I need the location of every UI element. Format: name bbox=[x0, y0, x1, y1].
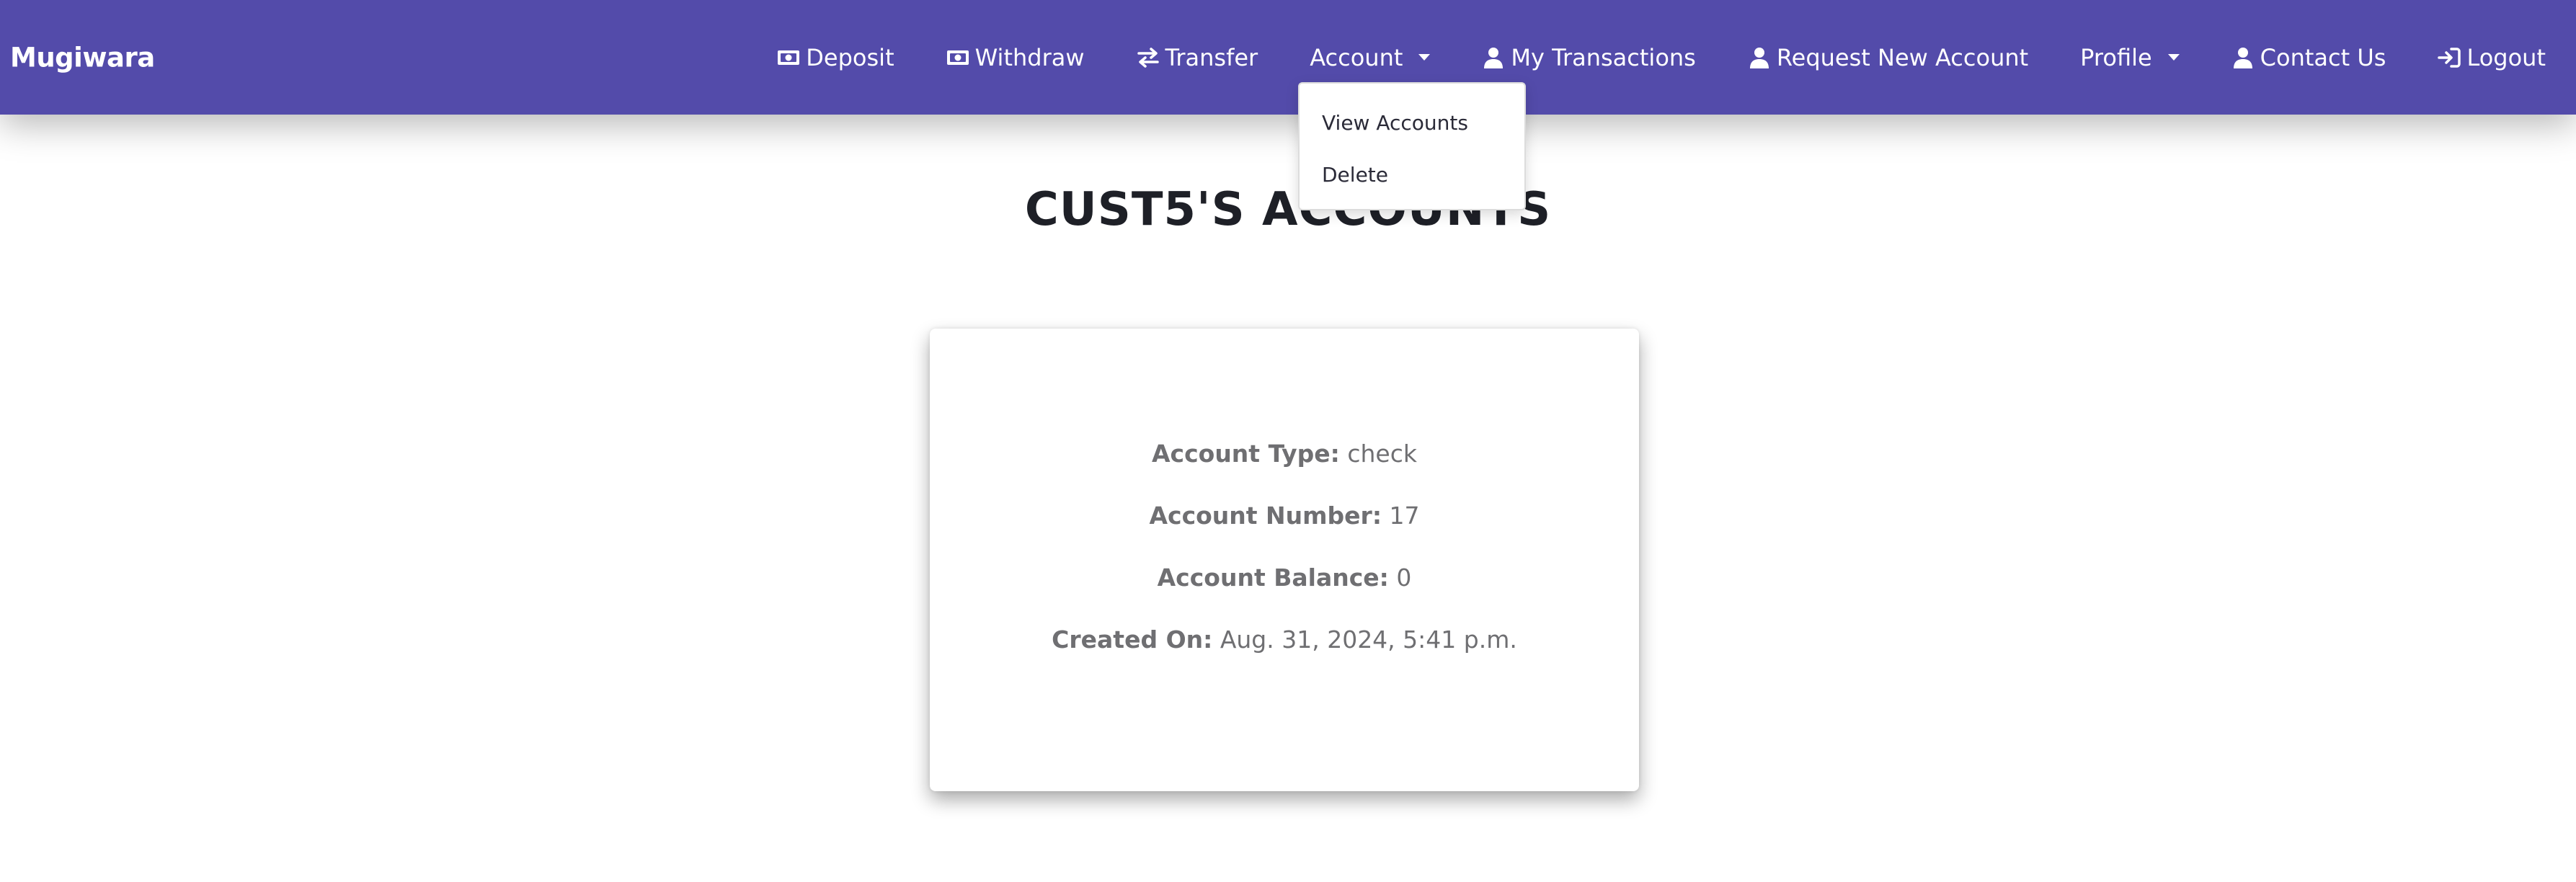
created-on-value: Aug. 31, 2024, 5:41 p.m. bbox=[1220, 625, 1517, 654]
account-card: Account Type: check Account Number: 17 A… bbox=[930, 329, 1639, 791]
nav-account-dropdown-toggle[interactable]: Account bbox=[1310, 43, 1431, 71]
created-on-row: Created On: Aug. 31, 2024, 5:41 p.m. bbox=[930, 625, 1639, 654]
nav-request-new-account[interactable]: Request New Account bbox=[1748, 44, 2028, 71]
user-icon bbox=[2231, 46, 2255, 69]
account-number-row: Account Number: 17 bbox=[930, 502, 1639, 530]
nav-my-transactions[interactable]: My Transactions bbox=[1482, 43, 1696, 71]
account-number-label: Account Number: bbox=[1149, 502, 1382, 530]
user-icon bbox=[1748, 46, 1771, 69]
page-title: CUST5'S ACCOUNTS bbox=[1024, 183, 1552, 236]
brand-logo[interactable]: Mugiwara bbox=[10, 42, 155, 73]
nav-withdraw-label: Withdraw bbox=[974, 43, 1085, 71]
nav-deposit-label: Deposit bbox=[806, 43, 894, 71]
arrows-left-right-icon bbox=[1137, 46, 1160, 69]
money-bill-icon bbox=[777, 46, 800, 69]
account-type-label: Account Type: bbox=[1151, 440, 1340, 468]
nav-account-label: Account bbox=[1310, 43, 1403, 71]
nav-contact-us-label: Contact Us bbox=[2260, 43, 2386, 71]
nav-transfer-label: Transfer bbox=[1165, 43, 1258, 71]
nav-transfer[interactable]: Transfer bbox=[1137, 44, 1258, 71]
account-dropdown-menu: View Accounts Delete bbox=[1298, 82, 1526, 210]
nav-links: Deposit Withdraw Transfer Account My Tra… bbox=[777, 0, 2546, 115]
nav-my-transactions-label: My Transactions bbox=[1511, 43, 1696, 71]
account-number-value: 17 bbox=[1389, 502, 1420, 530]
nav-request-new-account-label: Request New Account bbox=[1776, 43, 2029, 71]
nav-profile-label: Profile bbox=[2080, 43, 2152, 71]
account-balance-row: Account Balance: 0 bbox=[930, 564, 1639, 592]
account-balance-value: 0 bbox=[1396, 564, 1412, 592]
dropdown-view-accounts[interactable]: View Accounts bbox=[1322, 111, 1468, 135]
nav-logout-label: Logout bbox=[2466, 43, 2546, 71]
money-bill-icon bbox=[946, 46, 969, 69]
sign-in-icon bbox=[2438, 46, 2461, 69]
user-icon bbox=[1482, 46, 1505, 69]
nav-deposit[interactable]: Deposit bbox=[777, 44, 894, 71]
account-balance-label: Account Balance: bbox=[1157, 564, 1389, 592]
nav-contact-us[interactable]: Contact Us bbox=[2231, 44, 2386, 71]
nav-logout[interactable]: Logout bbox=[2438, 44, 2546, 71]
account-type-value: check bbox=[1347, 440, 1417, 468]
created-on-label: Created On: bbox=[1052, 625, 1213, 654]
caret-down-icon bbox=[2167, 54, 2180, 61]
nav-withdraw[interactable]: Withdraw bbox=[946, 44, 1085, 71]
nav-profile-dropdown-toggle[interactable]: Profile bbox=[2080, 44, 2180, 71]
top-navbar: Mugiwara Deposit Withdraw Transfer Accou… bbox=[0, 0, 2576, 115]
caret-down-icon bbox=[1418, 54, 1431, 61]
dropdown-delete[interactable]: Delete bbox=[1322, 163, 1388, 187]
account-type-row: Account Type: check bbox=[930, 440, 1639, 468]
